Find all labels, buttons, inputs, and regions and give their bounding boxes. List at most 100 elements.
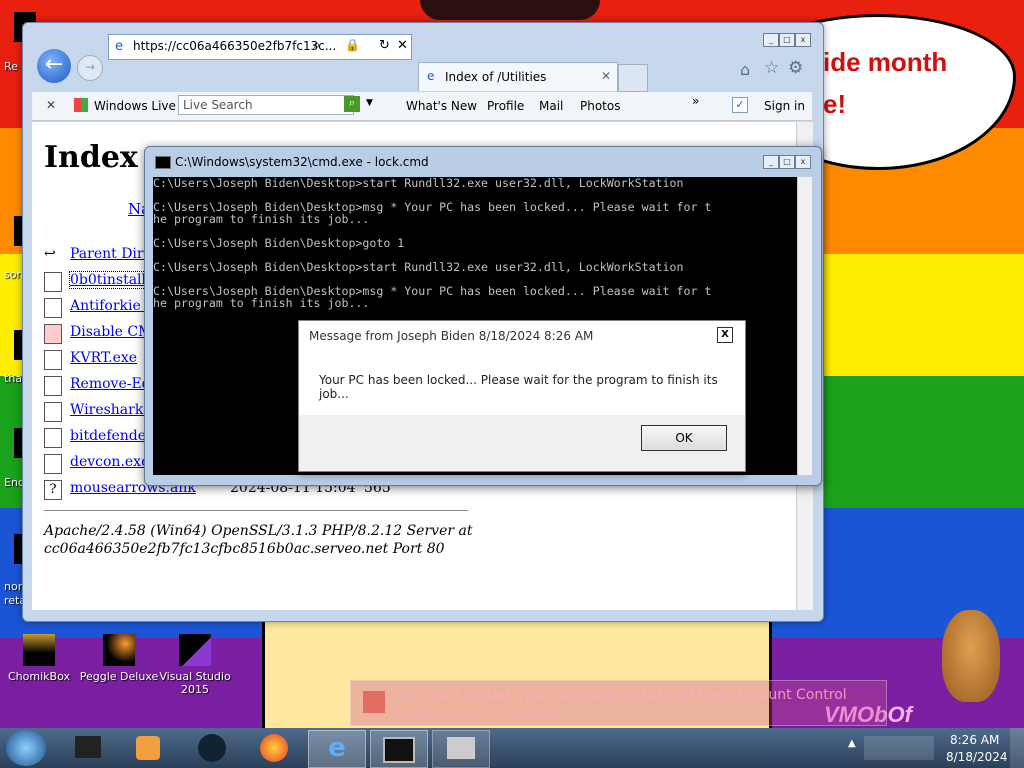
windows-live-link[interactable]: Windows Live (94, 99, 176, 113)
dialog-title: Message from Joseph Biden 8/18/2024 8:26… (309, 329, 594, 343)
ie-close-button[interactable]: x (795, 33, 811, 47)
clock-date[interactable]: 8/18/2024 (946, 750, 1008, 764)
cmd-title: C:\Windows\system32\cmd.exe - lock.cmd (175, 155, 429, 169)
whats-new-link[interactable]: What's New (406, 99, 477, 113)
file-icon (44, 350, 62, 370)
visual-studio-label: Visual Studio 2015 (159, 670, 231, 696)
chevron-more-icon[interactable]: » (692, 94, 699, 108)
uac-notification[interactable]: You must restart your computer to turn o… (350, 680, 887, 726)
taskbar-msg[interactable] (432, 730, 490, 768)
taskbar: e ▲ 8:26 AM 8/18/2024 (0, 728, 1024, 768)
clock-time[interactable]: 8:26 AM (950, 733, 999, 747)
file-icon (44, 298, 62, 318)
ie-maximize-button[interactable]: □ (779, 33, 795, 47)
dialog-message: Your PC has been locked... Please wait f… (319, 373, 718, 401)
back-folder-icon: ↩ (44, 246, 60, 264)
taskbar-firefox[interactable] (246, 730, 302, 766)
photos-link[interactable]: Photos (580, 99, 620, 113)
taskbar-app-3[interactable] (184, 730, 240, 766)
app-icon (75, 736, 101, 758)
address-bar[interactable]: e https://cc06a466350e2fb7fc13c... ⌕ 🔒 ↻… (108, 34, 412, 60)
search-dropdown-icon[interactable]: ▼ (366, 98, 373, 108)
tab-close-icon[interactable]: ✕ (601, 69, 611, 83)
peggle-icon (103, 634, 135, 666)
sign-in-link[interactable]: Sign in (764, 99, 805, 113)
lock-icon: 🔒 (345, 38, 360, 52)
message-dialog[interactable]: Message from Joseph Biden 8/18/2024 8:26… (298, 320, 746, 472)
file-icon (44, 376, 62, 396)
desktop-label-2: son (4, 268, 24, 281)
desktop-label-1: Re (4, 60, 18, 73)
taskbar-app-1[interactable] (60, 730, 116, 766)
taskbar-internet-explorer[interactable]: e (308, 730, 366, 768)
terminal-line: C:\Users\Joseph Biden\Desktop>goto 1 (153, 236, 405, 250)
desktop-icon-visual-studio[interactable]: Visual Studio 2015 (150, 634, 240, 696)
windows-logo-icon (74, 98, 88, 112)
visual-studio-icon (179, 634, 211, 666)
links-toolbar: ✕ Windows Live Live Search ⌕ ▼ What's Ne… (32, 92, 812, 121)
speech-text-1: ide month (823, 47, 948, 77)
checkbox-icon[interactable]: ✓ (732, 97, 748, 113)
live-search-input[interactable]: Live Search (178, 95, 354, 115)
profile-link[interactable]: Profile (487, 99, 524, 113)
cmd-close-button[interactable]: x (795, 155, 811, 169)
show-desktop-button[interactable] (1010, 728, 1024, 768)
cmd-maximize-button[interactable]: □ (779, 155, 795, 169)
live-search-go-icon[interactable]: ⌕ (344, 96, 360, 112)
terminal-line: he program to finish its job... (153, 212, 370, 226)
hamster-image (942, 610, 1000, 702)
file-icon (44, 324, 62, 344)
back-button[interactable]: ← (37, 49, 71, 83)
file-icon (44, 428, 62, 448)
file-icon (44, 272, 62, 292)
tray-icons[interactable] (864, 736, 934, 760)
chomikbox-label: ChomikBox (8, 670, 70, 683)
new-tab-button[interactable] (618, 64, 648, 92)
unknown-file-icon: ? (44, 480, 62, 500)
dialog-close-button[interactable]: X (717, 327, 733, 343)
file-icon (44, 402, 62, 422)
terminal-line: he program to finish its job... (153, 296, 370, 310)
cmd-taskbar-icon (383, 737, 415, 763)
tools-gear-icon[interactable]: ⚙ (788, 58, 803, 78)
ie-page-icon: e (115, 39, 123, 54)
media-player-icon (136, 736, 160, 760)
forward-button[interactable]: → (77, 55, 103, 81)
start-button[interactable] (6, 730, 46, 766)
taskbar-media-player[interactable] (120, 730, 176, 766)
terminal-line: C:\Users\Joseph Biden\Desktop>start Rund… (153, 260, 684, 274)
firefox-icon (260, 734, 288, 762)
cmd-icon (155, 156, 171, 169)
toolbar-close-icon[interactable]: ✕ (46, 98, 56, 112)
terminal-line: C:\Users\Joseph Biden\Desktop>start Rund… (153, 177, 684, 190)
msg-taskbar-icon (447, 737, 475, 759)
ok-button[interactable]: OK (641, 425, 727, 451)
stop-icon[interactable]: ✕ (397, 38, 408, 53)
tab-ie-icon: e (427, 69, 435, 83)
globe-icon (198, 734, 226, 762)
favorites-icon[interactable]: ☆ (764, 58, 779, 78)
home-icon[interactable]: ⌂ (740, 60, 750, 79)
uac-subtitle: Click to restart this computer. (397, 707, 561, 720)
ie-icon: e (328, 733, 346, 763)
speech-text-2: e! (823, 89, 847, 119)
search-icon[interactable]: ⌕ (313, 38, 320, 53)
tab-index-utilities[interactable]: e Index of /Utilities ✕ (418, 62, 618, 91)
cmd-scrollbar[interactable] (797, 177, 812, 475)
server-signature: Apache/2.4.58 (Win64) OpenSSL/3.1.3 PHP/… (44, 523, 473, 557)
file-icon (44, 454, 62, 474)
refresh-icon[interactable]: ↻ (379, 38, 390, 53)
mail-link[interactable]: Mail (539, 99, 563, 113)
taskbar-cmd[interactable] (370, 730, 428, 768)
desktop-label-5: nor (4, 580, 23, 593)
address-url[interactable]: https://cc06a466350e2fb7fc13c... (133, 39, 336, 53)
ie-minimize-button[interactable]: _ (763, 33, 779, 47)
uac-title: You must restart your computer to turn o… (397, 687, 847, 703)
tab-title: Index of /Utilities (445, 70, 547, 84)
desktop-icon-chomikbox[interactable]: ChomikBox (0, 634, 84, 683)
listing-divider (44, 510, 468, 511)
uac-shield-icon (363, 691, 385, 713)
chomikbox-icon (23, 634, 55, 666)
cmd-minimize-button[interactable]: _ (763, 155, 779, 169)
tray-expand-icon[interactable]: ▲ (848, 738, 856, 749)
